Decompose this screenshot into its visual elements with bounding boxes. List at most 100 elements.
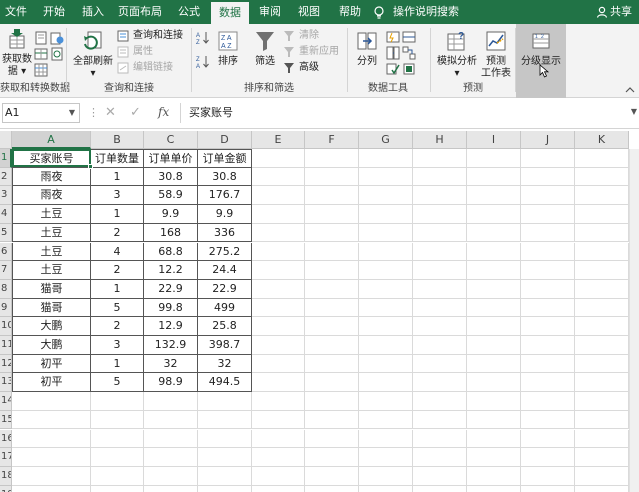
cell-H3[interactable]: [413, 186, 467, 206]
cell-C10[interactable]: 12.9: [144, 317, 198, 336]
cell-G18[interactable]: [359, 466, 413, 486]
cell-J17[interactable]: [521, 448, 575, 467]
cell-F5[interactable]: [305, 223, 359, 243]
cell-G6[interactable]: [359, 242, 413, 262]
cell-F14[interactable]: [305, 392, 359, 411]
cell-E5[interactable]: [252, 223, 305, 243]
cell-K13[interactable]: [575, 373, 629, 393]
cell-H19[interactable]: [413, 485, 467, 492]
cell-I3[interactable]: [467, 186, 521, 206]
column-header-B[interactable]: B: [91, 131, 144, 149]
cell-G11[interactable]: [359, 336, 413, 355]
cell-B3[interactable]: 3: [91, 186, 144, 206]
row-header-3[interactable]: 3: [0, 186, 12, 206]
cell-I19[interactable]: [467, 485, 521, 492]
cell-E18[interactable]: [252, 466, 305, 486]
cell-B13[interactable]: 5: [91, 373, 144, 393]
cell-H15[interactable]: [413, 410, 467, 430]
cell-K6[interactable]: [575, 242, 629, 262]
text-to-columns-button[interactable]: 分列: [352, 30, 382, 76]
cell-B17[interactable]: [91, 448, 144, 467]
tab-2[interactable]: 插入: [75, 0, 111, 24]
cell-B6[interactable]: 4: [91, 242, 144, 262]
cell-A12[interactable]: 初平: [12, 354, 91, 374]
cell-E4[interactable]: [252, 205, 305, 224]
cell-B15[interactable]: [91, 410, 144, 430]
cell-K10[interactable]: [575, 317, 629, 336]
row-header-17[interactable]: 17: [0, 448, 12, 467]
cell-G15[interactable]: [359, 410, 413, 430]
cell-A15[interactable]: [12, 410, 91, 430]
insert-function-button[interactable]: fx: [158, 105, 169, 119]
row-header-1[interactable]: 1: [0, 149, 12, 168]
cell-C3[interactable]: 58.9: [144, 186, 198, 206]
formula-input[interactable]: 买家账号: [180, 103, 638, 123]
formula-bar-grip-icon[interactable]: ⋮: [88, 106, 99, 119]
cell-I5[interactable]: [467, 223, 521, 243]
cell-J1[interactable]: [521, 149, 575, 168]
filter-button[interactable]: 筛选: [250, 30, 280, 76]
from-table-icon[interactable]: [34, 47, 48, 61]
cell-C5[interactable]: 168: [144, 223, 198, 243]
cell-B12[interactable]: 1: [91, 354, 144, 374]
cell-J13[interactable]: [521, 373, 575, 393]
cell-K1[interactable]: [575, 149, 629, 168]
row-header-16[interactable]: 16: [0, 429, 12, 449]
cell-A9[interactable]: 猫哥: [12, 298, 91, 318]
cell-C16[interactable]: [144, 429, 198, 449]
cell-D9[interactable]: 499: [198, 298, 252, 318]
cell-C9[interactable]: 99.8: [144, 298, 198, 318]
cell-J9[interactable]: [521, 298, 575, 318]
cell-A3[interactable]: 雨夜: [12, 186, 91, 206]
row-header-4[interactable]: 4: [0, 205, 12, 224]
cell-J19[interactable]: [521, 485, 575, 492]
row-header-14[interactable]: 14: [0, 392, 12, 411]
cell-H18[interactable]: [413, 466, 467, 486]
cell-J7[interactable]: [521, 261, 575, 280]
cell-I11[interactable]: [467, 336, 521, 355]
data-model-icon[interactable]: [402, 62, 416, 76]
cell-G16[interactable]: [359, 429, 413, 449]
fill-handle[interactable]: [88, 164, 93, 169]
row-header-19[interactable]: 19: [0, 485, 12, 492]
cell-I14[interactable]: [467, 392, 521, 411]
cell-F9[interactable]: [305, 298, 359, 318]
cell-E11[interactable]: [252, 336, 305, 355]
cell-J6[interactable]: [521, 242, 575, 262]
collapse-ribbon-icon[interactable]: [625, 86, 635, 94]
cell-F6[interactable]: [305, 242, 359, 262]
cell-H6[interactable]: [413, 242, 467, 262]
cell-D8[interactable]: 22.9: [198, 279, 252, 299]
from-text-icon[interactable]: [34, 31, 48, 45]
cell-D10[interactable]: 25.8: [198, 317, 252, 336]
cell-G3[interactable]: [359, 186, 413, 206]
cell-B16[interactable]: [91, 429, 144, 449]
cell-B7[interactable]: 2: [91, 261, 144, 280]
enter-icon[interactable]: ✓: [130, 105, 141, 120]
cell-C6[interactable]: 68.8: [144, 242, 198, 262]
cell-K5[interactable]: [575, 223, 629, 243]
select-all-button[interactable]: [0, 131, 12, 149]
cell-E17[interactable]: [252, 448, 305, 467]
cell-G5[interactable]: [359, 223, 413, 243]
refresh-all-button[interactable]: 全部刷新 ▾: [72, 30, 114, 79]
cell-F8[interactable]: [305, 279, 359, 299]
cell-H12[interactable]: [413, 354, 467, 374]
row-header-2[interactable]: 2: [0, 167, 12, 187]
cell-C17[interactable]: [144, 448, 198, 467]
cell-H2[interactable]: [413, 167, 467, 187]
cell-A13[interactable]: 初平: [12, 373, 91, 393]
cell-A2[interactable]: 雨夜: [12, 167, 91, 187]
cell-K19[interactable]: [575, 485, 629, 492]
row-header-12[interactable]: 12: [0, 354, 12, 374]
cell-A11[interactable]: 大鹏: [12, 336, 91, 355]
cell-D2[interactable]: 30.8: [198, 167, 252, 187]
cell-D14[interactable]: [198, 392, 252, 411]
cell-F7[interactable]: [305, 261, 359, 280]
cell-I2[interactable]: [467, 167, 521, 187]
row-header-6[interactable]: 6: [0, 242, 12, 262]
worksheet-grid[interactable]: ABCDEFGHIJK 1234567891011121314151617181…: [0, 131, 639, 492]
cell-D11[interactable]: 398.7: [198, 336, 252, 355]
data-validation-icon[interactable]: [386, 62, 400, 76]
cell-F19[interactable]: [305, 485, 359, 492]
